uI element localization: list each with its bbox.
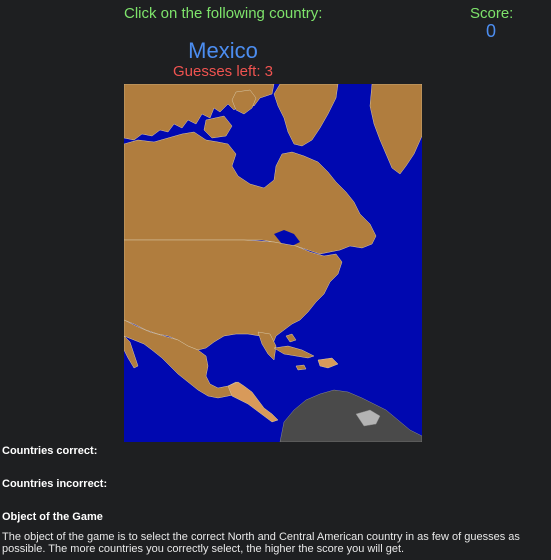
score-value: 0 [486,21,497,41]
countries-correct-label: Countries correct: [2,445,98,457]
jamaica[interactable] [295,364,307,371]
guesses-left: Guesses left: 3 [172,63,274,80]
game-prompt: Click on the following country: [124,5,323,22]
north-america-map[interactable] [124,84,422,442]
target-country: Mexico [188,38,258,63]
score-label: Score: [470,5,514,22]
object-heading: Object of the Game [2,511,103,523]
map-svg[interactable] [124,84,422,442]
object-description: The object of the game is to select the … [2,531,520,555]
countries-incorrect-label: Countries incorrect: [2,478,108,490]
